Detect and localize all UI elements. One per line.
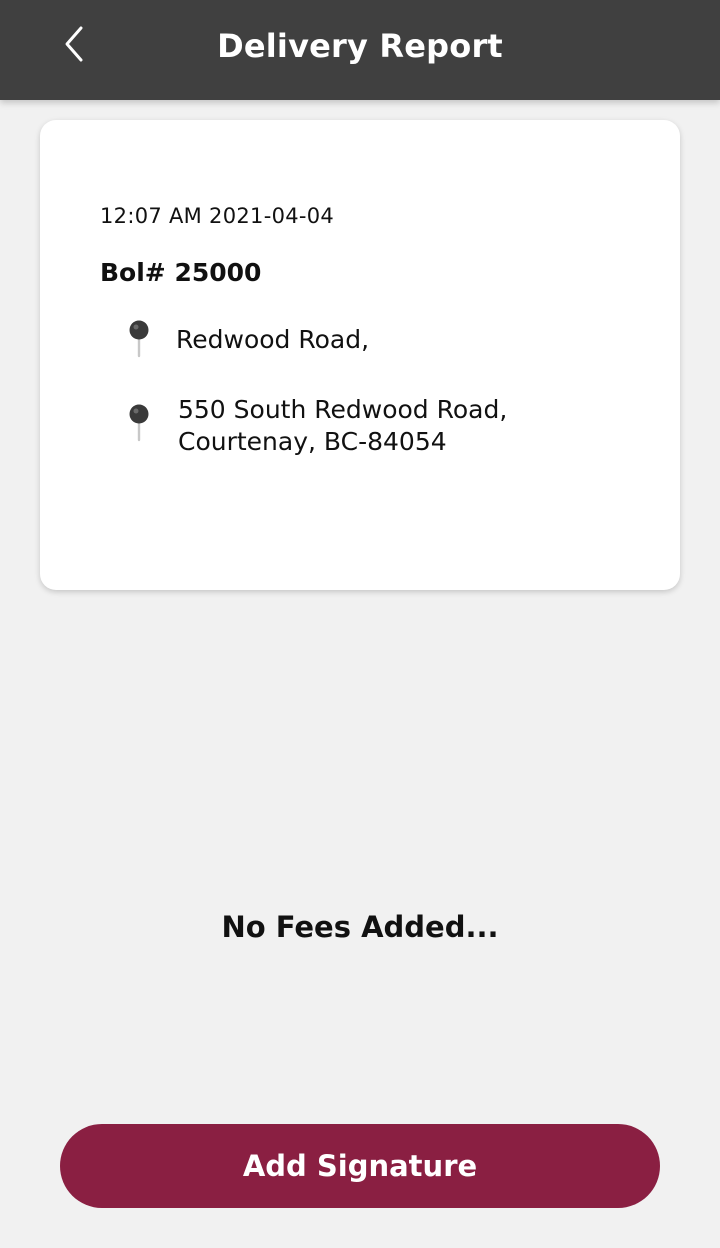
top-app-bar: Delivery Report xyxy=(0,0,720,100)
no-fees-message: No Fees Added... xyxy=(221,910,499,944)
drop-location: 550 South Redwood Road, Courtenay, BC-84… xyxy=(124,392,644,458)
map-pin-icon xyxy=(129,404,149,442)
add-signature-button[interactable]: Add Signature xyxy=(60,1124,660,1208)
delivery-timestamp: 12:07 AM 2021-04-04 xyxy=(100,204,335,228)
chevron-left-icon xyxy=(65,26,83,62)
add-signature-label: Add Signature xyxy=(242,1149,478,1183)
bol-number: Bol# 25000 xyxy=(100,258,262,287)
delivery-report-screen: Delivery Report 12:07 AM 2021-04-04 Bol#… xyxy=(0,0,720,1248)
back-button[interactable] xyxy=(44,14,104,74)
map-pin-icon xyxy=(129,320,149,358)
pickup-address: Redwood Road, xyxy=(176,325,370,354)
page-title: Delivery Report xyxy=(217,27,503,65)
delivery-card: 12:07 AM 2021-04-04 Bol# 25000 Redwood R… xyxy=(40,120,680,590)
drop-address: 550 South Redwood Road, Courtenay, BC-84… xyxy=(178,395,508,456)
pickup-location: Redwood Road, xyxy=(124,320,644,360)
